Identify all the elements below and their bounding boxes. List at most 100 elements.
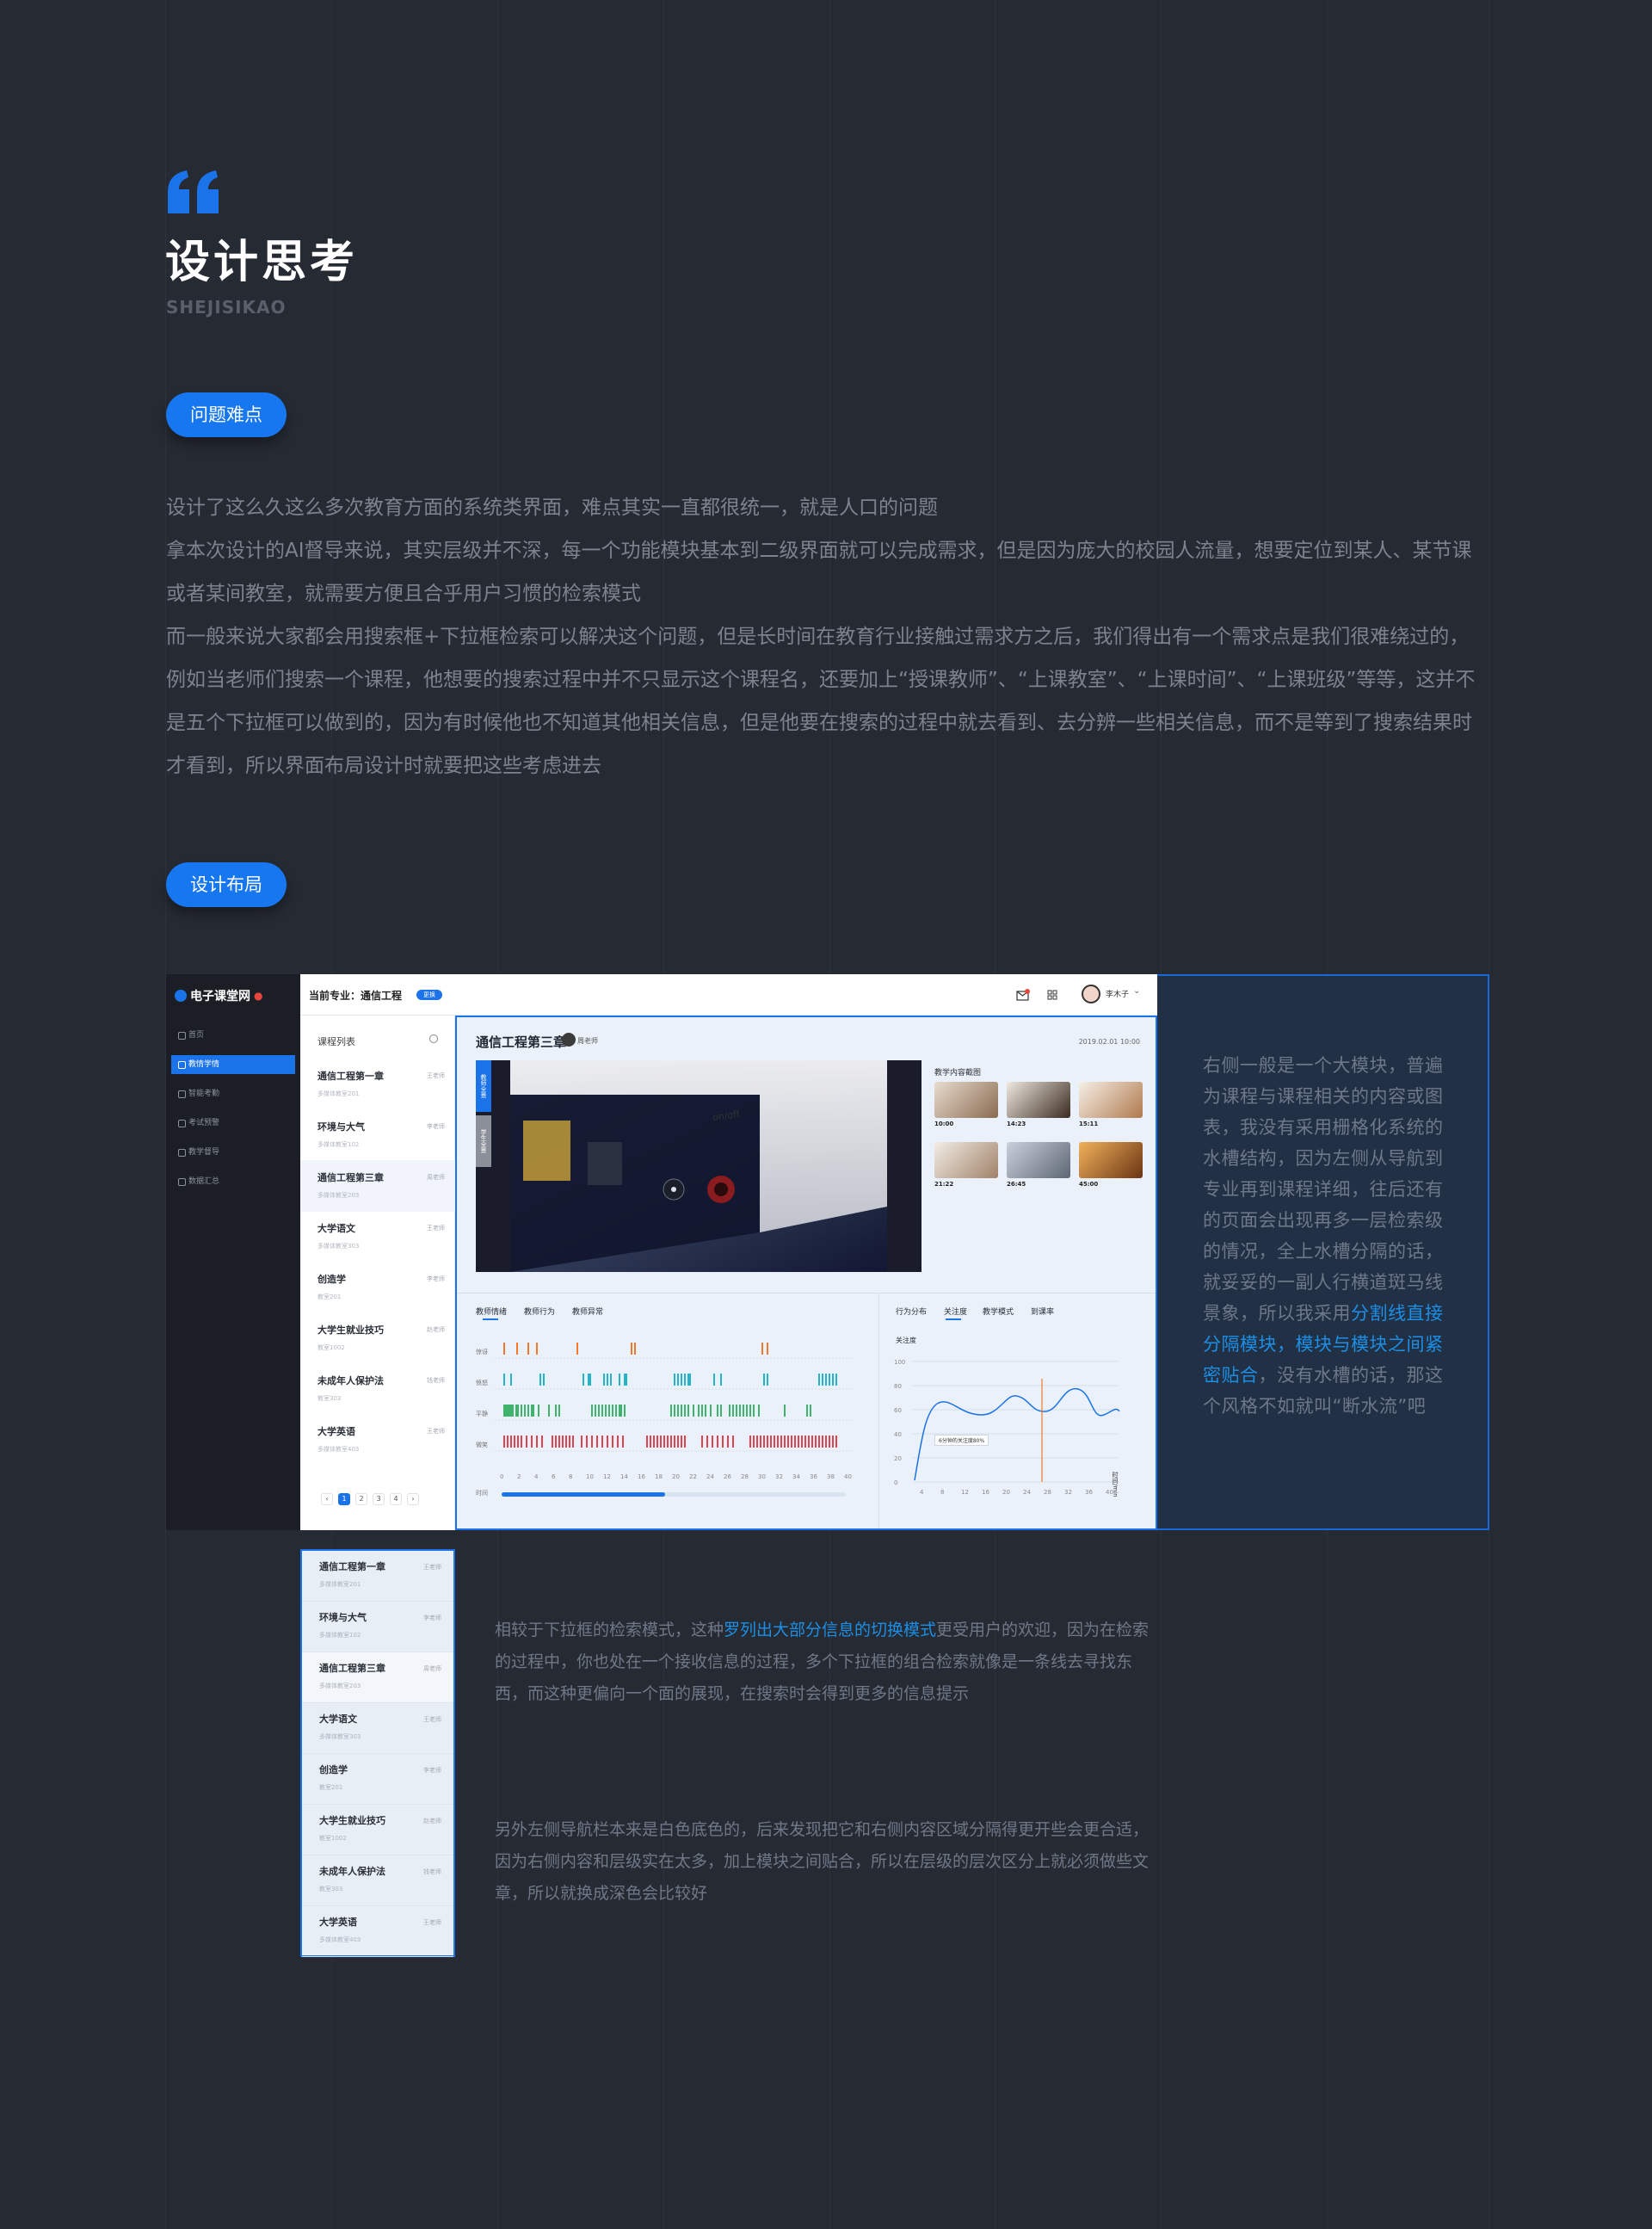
emotion-mark — [650, 1436, 651, 1448]
gallery-thumbnail[interactable] — [934, 1142, 998, 1178]
nav-label: 智能考勤 — [188, 1090, 220, 1098]
pager-page-button[interactable]: 1 — [338, 1493, 350, 1505]
course-room: 多媒体教室403 — [319, 1936, 361, 1943]
x-tick-label: 10 — [586, 1473, 594, 1480]
course-item[interactable]: 大学生就业技巧 教室1002 赵老师 — [300, 1312, 455, 1364]
tab-teacher-emotion[interactable]: 教师情绪 — [476, 1306, 507, 1317]
nav-item-exam-warning[interactable]: 考试预警 — [171, 1114, 295, 1133]
gallery-thumbnail[interactable] — [1007, 1082, 1070, 1118]
pager-page-button[interactable]: 3 — [373, 1493, 385, 1505]
x-tick-label: 40 — [844, 1473, 852, 1480]
paragraph-highlight: 罗列出大部分信息的切换模式 — [724, 1621, 937, 1639]
x-tick-label: 8 — [940, 1489, 944, 1496]
emotion-mark — [806, 1405, 808, 1417]
x-tick-label: 38 — [827, 1473, 835, 1480]
nav-item-supervision[interactable]: 教学督导 — [171, 1143, 295, 1162]
emotion-mark — [588, 1374, 589, 1386]
course-item[interactable]: 创造学 教室201 李老师 — [302, 1754, 453, 1805]
emotion-mark — [552, 1436, 553, 1448]
emotion-mark — [677, 1374, 679, 1386]
nav-item-attendance[interactable]: 智能考勤 — [171, 1084, 295, 1103]
emotion-mark — [596, 1436, 598, 1448]
explanation-text: 右侧一般是一个大模块，普遍为课程与课程相关的内容或图表，我没有采用栅格化系统的水… — [1203, 1055, 1444, 1324]
x-tick-label: 28 — [1044, 1489, 1051, 1496]
course-room: 多媒体教室203 — [319, 1683, 361, 1689]
emotion-mark — [634, 1343, 636, 1355]
pager-page-button[interactable]: 2 — [355, 1493, 367, 1505]
course-item[interactable]: 通信工程第一章 多媒体教室201 王老师 — [302, 1551, 453, 1602]
course-room: 教室303 — [319, 1886, 343, 1892]
gallery-thumbnail[interactable] — [1079, 1082, 1143, 1118]
course-item[interactable]: 创造学 教室201 李老师 — [300, 1262, 455, 1313]
emotion-mark — [798, 1436, 799, 1448]
course-item[interactable]: 大学英语 多媒体教室403 王老师 — [302, 1906, 453, 1957]
emotion-mark — [507, 1436, 509, 1448]
tab-teacher-behavior[interactable]: 教师行为 — [524, 1306, 555, 1317]
emotion-mark — [706, 1436, 708, 1448]
avatar[interactable] — [1082, 985, 1100, 1003]
nav-item-summary[interactable]: 数据汇总 — [171, 1172, 295, 1191]
course-item[interactable]: 环境与大气 多媒体教室102 李老师 — [300, 1109, 455, 1161]
emotion-row-label: 愤怒 — [476, 1380, 488, 1386]
emotion-mark — [510, 1405, 512, 1417]
nav-label: 首页 — [188, 1031, 205, 1040]
emotion-row-label: 惊讶 — [476, 1349, 488, 1355]
tab-teacher-view[interactable]: 教师全景 — [476, 1060, 491, 1112]
tab-attention[interactable]: 关注度 — [944, 1306, 967, 1317]
pager-next-button[interactable]: › — [407, 1493, 419, 1505]
course-teacher: 王老师 — [423, 1716, 441, 1723]
emotion-mark — [727, 1436, 729, 1448]
grid-icon[interactable] — [1047, 990, 1057, 1000]
emotion-mark — [612, 1405, 613, 1417]
tab-behavior-distribution[interactable]: 行为分布 — [896, 1306, 927, 1317]
course-teacher: 王老师 — [427, 1428, 445, 1435]
course-item-selected[interactable]: 通信工程第三章 多媒体教室203 周老师 — [302, 1652, 453, 1703]
mail-icon[interactable] — [1016, 989, 1030, 1001]
app-logo: 电子课堂网 ● — [175, 988, 262, 1003]
course-list: 课程列表 通信工程第一章 多媒体教室201 王老师 环境与大气 多媒体教室102 李老师… — [300, 1016, 455, 1530]
video-player[interactable]: on/off — [476, 1060, 922, 1272]
switch-major-button[interactable]: 更换 — [416, 990, 442, 1000]
emotion-mark — [761, 1343, 763, 1355]
course-item[interactable]: 大学语文 多媒体教室303 王老师 — [302, 1703, 453, 1754]
course-item[interactable]: 大学英语 多媒体教室403 王老师 — [300, 1414, 455, 1466]
emotion-mark — [624, 1374, 626, 1386]
nav-item-home[interactable]: 首页 — [171, 1026, 295, 1045]
gallery-thumbnail[interactable] — [1079, 1142, 1143, 1178]
emotion-mark — [717, 1436, 718, 1448]
nav-item-teaching[interactable]: 教情学情 — [171, 1055, 295, 1074]
timeline-slider[interactable] — [502, 1492, 846, 1497]
emotion-mark — [698, 1405, 700, 1417]
course-item[interactable]: 环境与大气 多媒体教室102 李老师 — [302, 1602, 453, 1652]
gallery-thumbnail[interactable] — [1007, 1142, 1070, 1178]
course-item[interactable]: 大学语文 多媒体教室303 王老师 — [300, 1211, 455, 1263]
thumbnail-time: 10:00 — [934, 1121, 954, 1127]
course-teacher: 王老师 — [427, 1225, 445, 1232]
gallery-title: 教学内容截图 — [934, 1069, 982, 1077]
course-item-selected[interactable]: 通信工程第三章 多媒体教室203 周老师 — [300, 1160, 455, 1212]
search-icon[interactable] — [429, 1034, 438, 1043]
gallery-thumbnail[interactable] — [934, 1082, 998, 1118]
explanation-paragraph-2: 另外左侧导航栏本来是白色底色的，后来发现把它和右侧内容区域分隔得更开些会更合适，… — [495, 1820, 1150, 1903]
pager-prev-button[interactable]: ‹ — [321, 1493, 333, 1505]
user-name[interactable]: 李木子 — [1106, 988, 1129, 999]
emotion-timeline-chart — [495, 1343, 853, 1452]
course-room: 多媒体教室303 — [317, 1243, 360, 1250]
chevron-down-icon[interactable]: ⌄ — [1133, 986, 1140, 996]
tab-attendance-rate[interactable]: 到课率 — [1031, 1306, 1054, 1317]
attention-x-unit: 时间/min — [1112, 1472, 1119, 1497]
tab-teacher-anomaly[interactable]: 教师异常 — [572, 1306, 603, 1317]
tab-teaching-mode[interactable]: 教学模式 — [983, 1306, 1014, 1317]
course-item[interactable]: 通信工程第一章 多媒体教室201 王老师 — [300, 1059, 455, 1110]
timeline-label: 时间 — [476, 1490, 488, 1497]
emotion-mark — [767, 1436, 768, 1448]
content-date: 2019.02.01 10:00 — [1078, 1038, 1140, 1046]
tab-student-view[interactable]: 学生全景 — [476, 1115, 491, 1167]
emotion-mark — [743, 1405, 744, 1417]
course-item[interactable]: 大学生就业技巧 教室1002 赵老师 — [302, 1805, 453, 1855]
pager-page-button[interactable]: 4 — [390, 1493, 402, 1505]
x-tick-label: 30 — [758, 1473, 766, 1480]
course-item[interactable]: 未成年人保护法 教室303 钱老师 — [302, 1855, 453, 1906]
video-view-tabs: 教师全景 学生全景 — [476, 1060, 491, 1272]
course-item[interactable]: 未成年人保护法 教室303 钱老师 — [300, 1363, 455, 1415]
